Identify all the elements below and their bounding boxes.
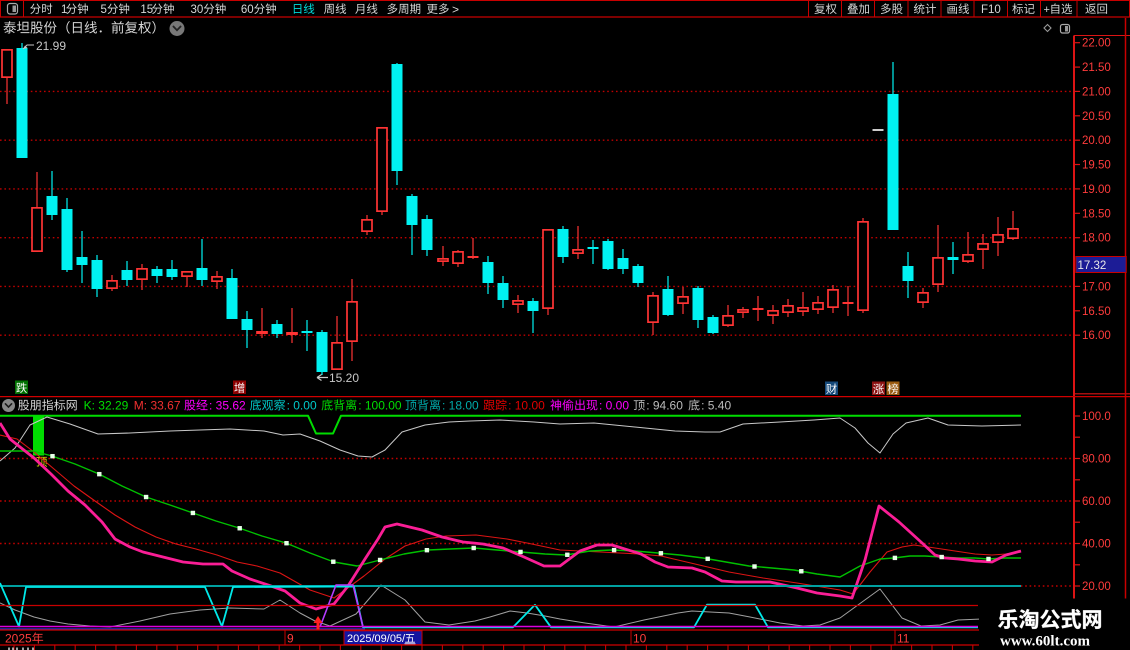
svg-text:21.00: 21.00 — [1082, 86, 1111, 98]
svg-text:2025/09/05/: 2025/09/05/ — [347, 633, 406, 645]
svg-text:: 94.60: : 94.60 — [646, 399, 683, 413]
svg-text:21.99: 21.99 — [36, 39, 66, 53]
svg-text:+: + — [1044, 4, 1050, 16]
svg-text:1: 1 — [61, 4, 67, 16]
svg-text:: 35.62: : 35.62 — [209, 399, 246, 413]
svg-text:: 10.00: : 10.00 — [508, 399, 545, 413]
svg-text:18.00: 18.00 — [1082, 233, 1111, 245]
svg-text:5: 5 — [101, 4, 107, 16]
svg-text:80.00: 80.00 — [1082, 454, 1111, 466]
svg-text:40.00: 40.00 — [1082, 539, 1111, 551]
svg-text:16.00: 16.00 — [1082, 330, 1111, 342]
svg-text:www.60lt.com: www.60lt.com — [1000, 634, 1090, 650]
svg-text:60: 60 — [241, 4, 254, 16]
svg-text:15: 15 — [140, 4, 153, 16]
svg-text:F10: F10 — [981, 4, 1001, 16]
svg-text:17.32: 17.32 — [1078, 260, 1107, 272]
svg-text:: 100.00: : 100.00 — [358, 399, 402, 413]
svg-text:: 5.40: : 5.40 — [701, 399, 731, 413]
svg-text:>: > — [452, 3, 459, 17]
svg-text:: 18.00: : 18.00 — [442, 399, 479, 413]
svg-text:10: 10 — [633, 632, 647, 646]
svg-text:20.50: 20.50 — [1082, 111, 1111, 123]
svg-text:16.50: 16.50 — [1082, 306, 1111, 318]
svg-text:K: 32.29: K: 32.29 — [84, 399, 129, 413]
svg-text:M: 33.67: M: 33.67 — [134, 399, 181, 413]
svg-text:: 0.00: : 0.00 — [287, 399, 317, 413]
svg-text:60.00: 60.00 — [1082, 496, 1111, 508]
svg-text:18.50: 18.50 — [1082, 208, 1111, 220]
svg-text:19.00: 19.00 — [1082, 184, 1111, 196]
svg-text:15.20: 15.20 — [329, 371, 359, 385]
svg-text:21.50: 21.50 — [1082, 62, 1111, 74]
svg-text:2025: 2025 — [5, 632, 32, 646]
svg-text:20.00: 20.00 — [1082, 581, 1111, 593]
svg-text:11: 11 — [897, 632, 910, 646]
svg-text:19.50: 19.50 — [1082, 160, 1111, 172]
svg-text:17.00: 17.00 — [1082, 281, 1111, 293]
svg-text:20.00: 20.00 — [1082, 135, 1111, 147]
svg-text:9: 9 — [287, 632, 294, 646]
svg-text:22.00: 22.00 — [1082, 38, 1111, 50]
svg-text:100.0: 100.0 — [1082, 411, 1111, 423]
svg-text:30: 30 — [191, 4, 204, 16]
svg-text:: 0.00: : 0.00 — [599, 399, 629, 413]
